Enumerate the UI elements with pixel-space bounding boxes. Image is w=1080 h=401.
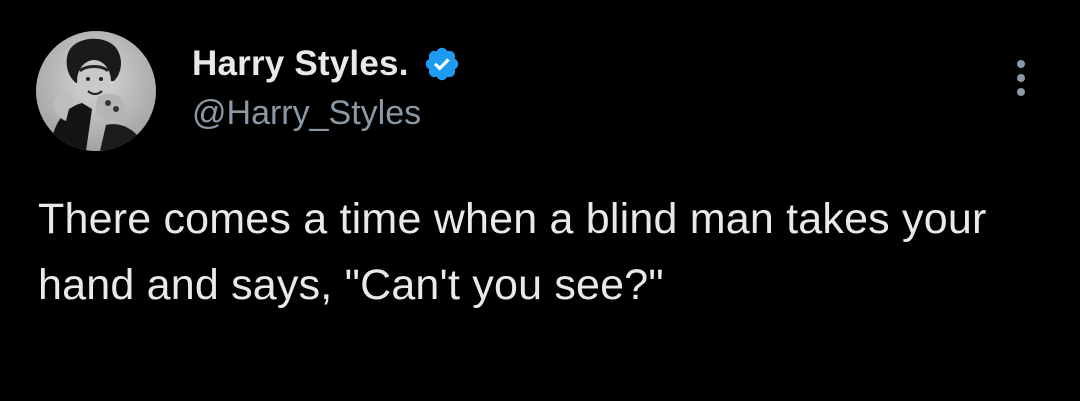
author-display-name[interactable]: Harry Styles. (192, 44, 409, 84)
author-name-row: Harry Styles. (192, 40, 461, 88)
more-options-icon[interactable] (1004, 56, 1038, 100)
tweet-card[interactable]: Harry Styles. @Harry_Styles There comes … (0, 0, 1080, 401)
avatar-photo-icon (36, 31, 156, 151)
author-avatar[interactable] (36, 31, 156, 151)
tweet-text: There comes a time when a blind man take… (38, 195, 987, 309)
author-handle[interactable]: @Harry_Styles (192, 94, 421, 133)
verified-badge-icon (423, 45, 461, 83)
